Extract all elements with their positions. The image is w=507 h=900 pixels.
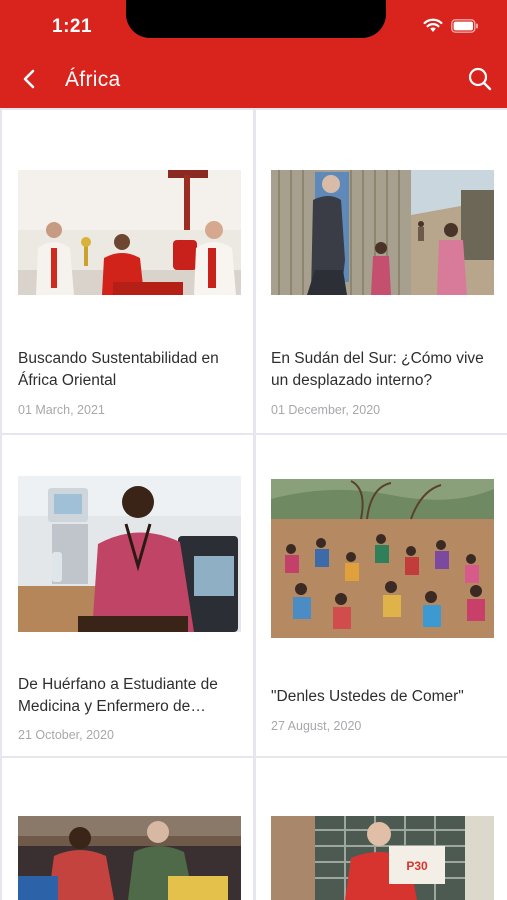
article-grid: Buscando Sustentabilidad en África Orien… [0,108,507,900]
app-header: 1:21 África [0,0,507,108]
article-date: 01 December, 2020 [271,403,381,417]
article-thumbnail [18,816,241,900]
article-thumbnail [271,170,494,295]
article-title: "Denles Ustedes de Comer" [271,688,464,705]
article-thumbnail [271,479,494,638]
article-card[interactable]: "Denles Ustedes de Comer" 27 August, 202… [256,435,507,756]
article-thumbnail [18,476,241,632]
article-date: 21 October, 2020 [18,728,114,742]
article-thumbnail: P30 [271,816,494,900]
article-title: En Sudán del Sur: ¿Cómo vive un desplaza… [271,350,484,389]
battery-icon [451,18,479,38]
search-icon [468,67,492,96]
status-icons [423,18,479,38]
back-button[interactable] [14,66,44,96]
article-card[interactable] [2,758,253,900]
status-time: 1:21 [52,16,93,37]
article-date: 01 March, 2021 [18,403,105,417]
article-title: De Huérfano a Estudiante de Medicina y E… [18,676,218,715]
article-thumbnail [18,170,241,295]
article-card[interactable]: En Sudán del Sur: ¿Cómo vive un desplaza… [256,110,507,433]
article-title: Buscando Sustentabilidad en África Orien… [18,350,219,389]
article-date: 27 August, 2020 [271,719,362,733]
page-title: África [65,68,121,91]
article-card[interactable]: Buscando Sustentabilidad en África Orien… [2,110,253,433]
article-card[interactable]: De Huérfano a Estudiante de Medicina y E… [2,435,253,756]
search-button[interactable] [465,66,495,96]
wifi-icon [423,18,443,38]
svg-text:P30: P30 [406,859,428,873]
chevron-left-icon [22,69,36,94]
article-card[interactable]: P30 [256,758,507,900]
device-notch [126,0,386,38]
